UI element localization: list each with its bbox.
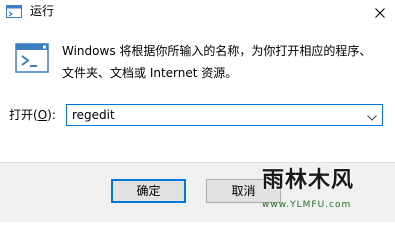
dialog-body: Windows 将根据你所输入的名称，为你打开相应的程序、 文件夹、文档或 In… xyxy=(0,24,395,162)
dropdown-button[interactable] xyxy=(364,107,380,123)
close-icon xyxy=(375,3,385,22)
ok-button[interactable]: 确定 xyxy=(111,179,186,203)
description-line-2: 文件夹、文档或 Internet 资源。 xyxy=(62,66,238,80)
open-combobox[interactable]: regedit xyxy=(66,104,383,126)
open-label-suffix: ): xyxy=(47,108,56,122)
run-dialog: 运行 Windows 将根据你所输入的名称，为你打开相应的程序、 文件夹、文档或… xyxy=(0,0,395,222)
open-label-prefix: 打开( xyxy=(9,108,38,122)
run-icon xyxy=(6,4,22,19)
watermark: 雨林木风 www.YLMFU.com xyxy=(258,158,395,222)
open-input[interactable]: regedit xyxy=(72,107,115,123)
close-button[interactable] xyxy=(365,0,395,24)
open-label: 打开(O): xyxy=(9,106,56,124)
open-label-accesskey: O xyxy=(37,108,48,122)
title-bar: 运行 xyxy=(0,0,395,24)
description-line-1: Windows 将根据你所输入的名称，为你打开相应的程序、 xyxy=(62,44,372,58)
watermark-url: www.YLMFU.com xyxy=(262,200,352,210)
run-program-icon xyxy=(15,42,49,74)
watermark-text: 雨林木风 xyxy=(262,168,355,193)
window-title: 运行 xyxy=(30,4,55,18)
chevron-down-icon xyxy=(367,106,377,125)
dialog-description: Windows 将根据你所输入的名称，为你打开相应的程序、 文件夹、文档或 In… xyxy=(62,40,382,84)
